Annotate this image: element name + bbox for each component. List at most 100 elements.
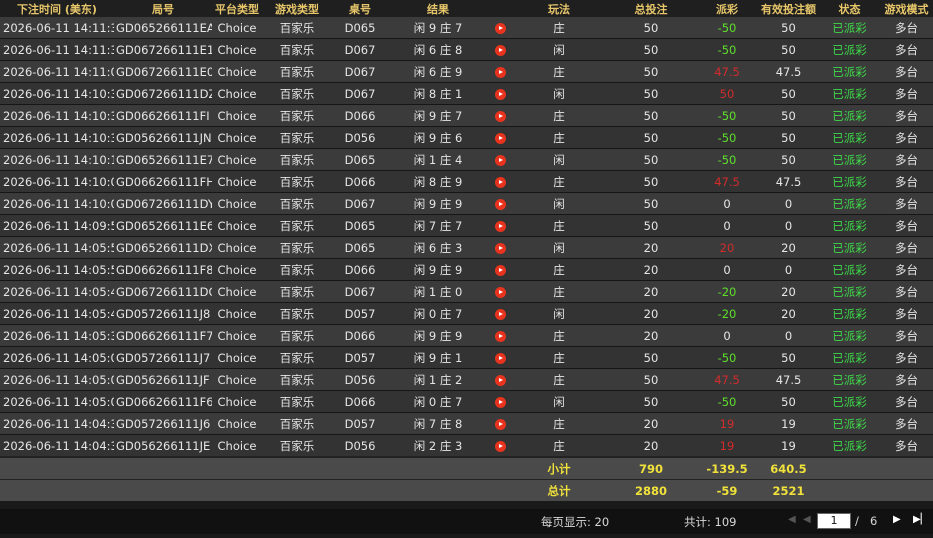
- cell-valid-bet: 0: [758, 324, 819, 347]
- cell-valid-bet: 0: [758, 258, 819, 281]
- play-video-icon[interactable]: [494, 374, 506, 386]
- cell-video[interactable]: [488, 324, 512, 347]
- cell-table: D057: [332, 302, 388, 325]
- cell-round: GD065266111E6: [114, 214, 212, 237]
- cell-video[interactable]: [488, 82, 512, 105]
- cell-video[interactable]: [488, 148, 512, 171]
- cell-video[interactable]: [488, 170, 512, 193]
- play-video-icon[interactable]: [494, 286, 506, 298]
- play-video-icon[interactable]: [494, 132, 506, 144]
- cell-valid-bet: 0: [758, 192, 819, 215]
- first-page-icon[interactable]: ◀: [788, 514, 796, 525]
- play-video-icon[interactable]: [494, 242, 506, 254]
- cell-play: 闲: [512, 38, 606, 61]
- play-video-icon[interactable]: [494, 66, 506, 78]
- total-pages: 6: [870, 514, 878, 528]
- cell-result: 闲 6 庄 9: [388, 60, 488, 83]
- table-row: 2026-06-11 14:10:38 GD067266111DZ Choice 百家…: [0, 82, 933, 105]
- header-time: 下注时间 (美东): [0, 0, 114, 17]
- cell-video[interactable]: [488, 346, 512, 369]
- cell-round: GD067266111E0: [114, 60, 212, 83]
- cell-video[interactable]: [488, 17, 512, 39]
- page-number-input[interactable]: 1: [817, 513, 851, 529]
- cell-table: D065: [332, 214, 388, 237]
- cell-result: 闲 9 庄 7: [388, 17, 488, 39]
- play-video-icon[interactable]: [494, 22, 506, 34]
- cell-video[interactable]: [488, 236, 512, 259]
- cell-play: 庄: [512, 258, 606, 281]
- cell-valid-bet: 20: [758, 280, 819, 303]
- play-video-icon[interactable]: [494, 110, 506, 122]
- play-video-icon[interactable]: [494, 440, 506, 452]
- cell-mode: 多台: [880, 346, 933, 369]
- cell-round: GD057266111J8: [114, 302, 212, 325]
- cell-game-type: 百家乐: [262, 412, 332, 435]
- cell-table: D065: [332, 17, 388, 39]
- cell-status: 已派彩: [819, 38, 880, 61]
- cell-total-bet: 50: [606, 390, 696, 413]
- cell-play: 庄: [512, 368, 606, 391]
- cell-video[interactable]: [488, 390, 512, 413]
- next-page-icon[interactable]: ▶: [893, 514, 901, 525]
- play-video-icon[interactable]: [494, 220, 506, 232]
- cell-platform: Choice: [212, 192, 262, 215]
- cell-video[interactable]: [488, 126, 512, 149]
- play-video-icon[interactable]: [494, 198, 506, 210]
- cell-time: 2026-06-11 14:10:06: [0, 170, 114, 193]
- play-video-icon[interactable]: [494, 44, 506, 56]
- cell-play: 闲: [512, 192, 606, 215]
- table-row: 2026-06-11 14:05:07 GD056266111JF Choice 百家…: [0, 368, 933, 391]
- play-video-icon[interactable]: [494, 396, 506, 408]
- cell-platform: Choice: [212, 302, 262, 325]
- cell-play: 庄: [512, 17, 606, 39]
- cell-video[interactable]: [488, 104, 512, 127]
- cell-table: D056: [332, 434, 388, 458]
- play-video-icon[interactable]: [494, 88, 506, 100]
- cell-video[interactable]: [488, 302, 512, 325]
- cell-total-bet: 20: [606, 324, 696, 347]
- cell-table: D066: [332, 390, 388, 413]
- play-video-icon[interactable]: [494, 176, 506, 188]
- cell-result: 闲 9 庄 7: [388, 104, 488, 127]
- cell-status: 已派彩: [819, 258, 880, 281]
- cell-time: 2026-06-11 14:10:30: [0, 126, 114, 149]
- cell-video[interactable]: [488, 60, 512, 83]
- cell-play: 闲: [512, 236, 606, 259]
- play-video-icon[interactable]: [494, 330, 506, 342]
- cell-result: 闲 9 庄 9: [388, 192, 488, 215]
- play-video-icon[interactable]: [494, 308, 506, 320]
- cell-video[interactable]: [488, 258, 512, 281]
- last-page-icon[interactable]: ▶▏: [913, 514, 928, 525]
- prev-page-icon[interactable]: ◀: [803, 514, 811, 525]
- play-video-icon[interactable]: [494, 264, 506, 276]
- cell-mode: 多台: [880, 434, 933, 458]
- total-bet: 2880: [606, 479, 696, 501]
- table-row: 2026-06-11 14:10:06 GD066266111FH Choice 百家…: [0, 170, 933, 193]
- header-valid-bet: 有效投注额: [758, 0, 819, 17]
- cell-video[interactable]: [488, 368, 512, 391]
- table-header-row: 下注时间 (美东) 局号 平台类型 游戏类型 桌号 结果 玩法 总投注 派彩 有…: [0, 0, 933, 17]
- cell-valid-bet: 50: [758, 38, 819, 61]
- cell-platform: Choice: [212, 126, 262, 149]
- play-video-icon[interactable]: [494, 352, 506, 364]
- cell-time: 2026-06-11 14:05:56: [0, 258, 114, 281]
- page-separator: /: [855, 514, 859, 528]
- cell-play: 庄: [512, 434, 606, 458]
- cell-valid-bet: 0: [758, 214, 819, 237]
- cell-game-type: 百家乐: [262, 368, 332, 391]
- cell-video[interactable]: [488, 412, 512, 435]
- cell-video[interactable]: [488, 280, 512, 303]
- cell-round: GD066266111FH: [114, 170, 212, 193]
- play-video-icon[interactable]: [494, 418, 506, 430]
- cell-valid-bet: 50: [758, 82, 819, 105]
- cell-game-type: 百家乐: [262, 280, 332, 303]
- total-payout: -59: [696, 479, 758, 501]
- cell-round: GD067266111DQ: [114, 280, 212, 303]
- cell-video[interactable]: [488, 192, 512, 215]
- cell-video[interactable]: [488, 434, 512, 458]
- cell-video[interactable]: [488, 214, 512, 237]
- cell-video[interactable]: [488, 38, 512, 61]
- play-video-icon[interactable]: [494, 154, 506, 166]
- subtotal-label: 小计: [512, 456, 606, 480]
- cell-payout: -20: [696, 302, 758, 325]
